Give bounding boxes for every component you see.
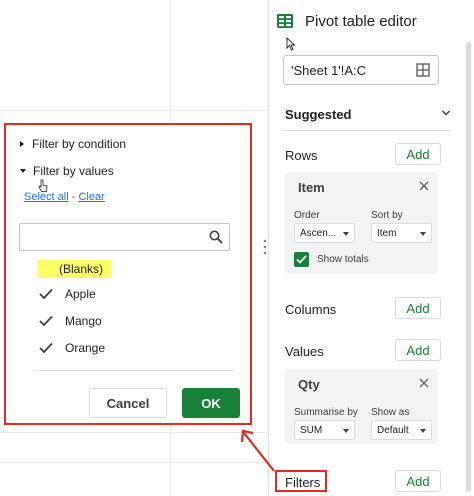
value-option-label: Apple: [65, 287, 96, 301]
value-option-apple[interactable]: Apple: [39, 287, 96, 301]
panel-resize-handle[interactable]: [263, 238, 267, 256]
row-field-title: Item: [298, 180, 325, 195]
add-filter-button[interactable]: Add: [395, 470, 441, 492]
summarise-label: Summarise by: [294, 407, 358, 418]
clear-link[interactable]: Clear: [78, 191, 104, 203]
add-column-button[interactable]: Add: [395, 297, 441, 319]
order-select[interactable]: Ascen...: [294, 223, 355, 243]
search-icon[interactable]: [209, 230, 223, 244]
show-totals-label: Show totals: [317, 254, 369, 265]
select-range-icon[interactable]: [416, 63, 430, 77]
values-search-input[interactable]: [19, 223, 230, 251]
ok-button[interactable]: OK: [182, 388, 240, 418]
sortby-select[interactable]: Item: [371, 223, 432, 243]
range-value: 'Sheet 1'!A:C: [291, 62, 367, 78]
order-label: Order: [294, 210, 320, 221]
dropdown-caret-icon: [420, 429, 426, 433]
summarise-select[interactable]: SUM: [294, 420, 355, 440]
divider: [34, 370, 234, 371]
range-input[interactable]: 'Sheet 1'!A:C: [283, 55, 439, 85]
dropdown-caret-icon: [343, 232, 349, 236]
value-option-orange[interactable]: Orange: [39, 341, 105, 355]
value-option-mango[interactable]: Mango: [39, 314, 102, 328]
values-label: Values: [285, 344, 324, 359]
filter-by-condition-label: Filter by condition: [32, 137, 127, 151]
value-option-label: (Blanks): [37, 260, 112, 278]
rows-label: Rows: [285, 148, 318, 163]
value-option-label: Mango: [65, 314, 102, 328]
filter-by-values-toggle[interactable]: Filter by values: [20, 164, 114, 178]
value-option-label: Orange: [65, 341, 106, 355]
checkmark-icon: [39, 315, 53, 327]
select-all-link[interactable]: Select all: [24, 191, 69, 203]
row-card-item: Item Order Ascen... Sort by Item Show to…: [285, 172, 438, 274]
value-option-blanks[interactable]: (Blanks): [37, 260, 112, 278]
divider: [281, 130, 451, 131]
filter-dialog: Filter by condition Filter by values Sel…: [4, 123, 252, 425]
columns-label: Columns: [285, 302, 337, 317]
showas-label: Show as: [371, 407, 410, 418]
mouse-cursor-icon: [286, 37, 296, 51]
order-value: Ascen...: [300, 227, 337, 239]
showas-select[interactable]: Default: [371, 420, 432, 440]
filter-by-values-label: Filter by values: [33, 164, 114, 178]
summarise-value: SUM: [300, 424, 323, 436]
value-field-title: Qty: [298, 377, 320, 392]
close-icon[interactable]: [419, 378, 429, 388]
panel-header: Pivot table editor: [277, 10, 417, 32]
link-separator: -: [71, 191, 76, 203]
add-value-button[interactable]: Add: [395, 339, 441, 361]
showas-value: Default: [377, 424, 409, 436]
check-icon: [296, 255, 307, 264]
collapse-arrow-icon: [20, 169, 26, 173]
expand-arrow-icon: [20, 141, 24, 147]
checkmark-icon: [39, 288, 53, 300]
annotation-arrow: [240, 429, 275, 472]
checkmark-icon: [39, 342, 53, 354]
pivot-table-editor: Pivot table editor 'Sheet 1'!A:C Suggest…: [268, 0, 474, 496]
panel-scrollbar[interactable]: [466, 42, 471, 492]
filters-highlight-box: [275, 470, 327, 492]
value-card-qty: Qty Summarise by SUM Show as Default: [285, 369, 438, 444]
suggested-heading[interactable]: Suggested: [285, 107, 351, 122]
chevron-down-icon[interactable]: [441, 108, 451, 118]
close-icon[interactable]: [419, 181, 429, 191]
dropdown-caret-icon: [420, 232, 426, 236]
sortby-value: Item: [377, 227, 397, 239]
select-clear-links: Select all - Clear: [24, 191, 105, 203]
panel-title: Pivot table editor: [305, 12, 417, 30]
filter-by-condition-toggle[interactable]: Filter by condition: [20, 137, 126, 151]
cancel-button[interactable]: Cancel: [89, 388, 167, 418]
pivot-table-icon: [277, 14, 293, 28]
add-row-button[interactable]: Add: [395, 143, 441, 165]
show-totals-checkbox[interactable]: [294, 252, 309, 267]
sortby-label: Sort by: [371, 210, 403, 221]
dropdown-caret-icon: [343, 429, 349, 433]
